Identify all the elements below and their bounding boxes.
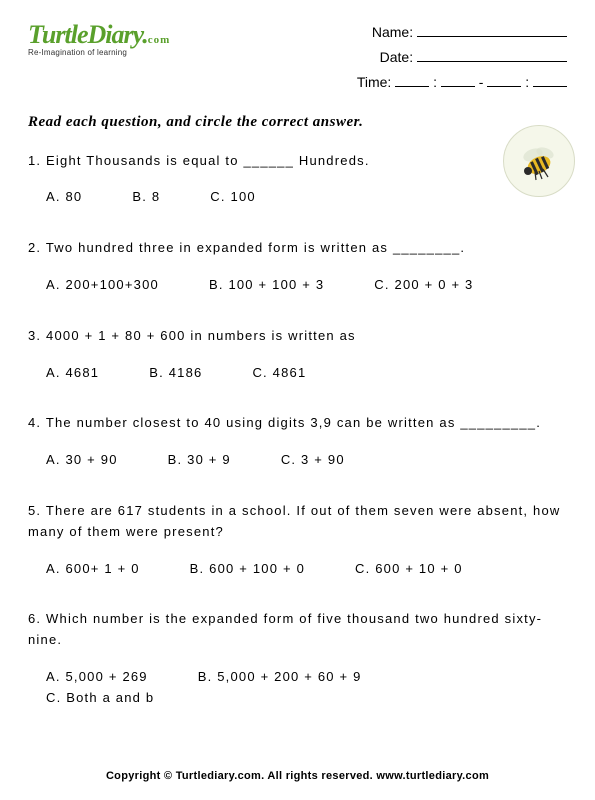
date-row: Date: [357,45,567,70]
question-2: 2. Two hundred three in expanded form is… [28,238,567,296]
name-row: Name: [357,20,567,45]
question-text: 3. 4000 + 1 + 80 + 600 in numbers is wri… [28,326,567,347]
choices-row: A. 600+ 1 + 0 B. 600 + 100 + 0 C. 600 + 10… [28,559,567,580]
logo: TurtleDiary.com Re-Imagination of learni… [28,20,208,57]
choice-a[interactable]: A. 200+100+300 [46,275,159,296]
choice-c[interactable]: C. 4861 [252,363,306,384]
question-text: 2. Two hundred three in expanded form is… [28,238,567,259]
question-1: 1. Eight Thousands is equal to ______ Hu… [28,151,567,209]
logo-suffix: com [148,34,171,46]
question-text: 1. Eight Thousands is equal to ______ Hu… [28,151,567,172]
question-text: 4. The number closest to 40 using digits… [28,413,567,434]
choice-b[interactable]: B. 4186 [149,363,202,384]
time-blank-2[interactable] [441,73,475,87]
question-4: 4. The number closest to 40 using digits… [28,413,567,471]
questions-list: 1. Eight Thousands is equal to ______ Hu… [28,151,567,709]
choice-b[interactable]: B. 8 [132,187,160,208]
time-blank-4[interactable] [533,73,567,87]
copyright-footer: Copyright © Turtlediary.com. All rights … [0,770,595,782]
choices-row: A. 4681 B. 4186 C. 4861 [28,363,567,384]
logo-tagline: Re-Imagination of learning [28,48,208,57]
choice-b[interactable]: B. 5,000 + 200 + 60 + 9 [198,667,362,688]
time-row: Time: : - : [357,70,567,95]
worksheet-header: TurtleDiary.com Re-Imagination of learni… [28,20,567,96]
choice-c[interactable]: C. Both a and b [46,688,154,709]
choice-a[interactable]: A. 600+ 1 + 0 [46,559,140,580]
question-text: 5. There are 617 students in a school. I… [28,501,567,543]
logo-text: TurtleDiary.com [28,20,208,50]
time-label: Time: [357,74,391,90]
choice-c[interactable]: C. 100 [210,187,256,208]
choices-row: A. 30 + 90 B. 30 + 9 C. 3 + 90 [28,450,567,471]
choice-b[interactable]: B. 30 + 9 [168,450,231,471]
bee-icon [503,125,575,197]
date-label: Date: [380,49,413,65]
choices-row: A. 80 B. 8 C. 100 [28,187,567,208]
question-text: 6. Which number is the expanded form of … [28,609,567,651]
date-blank[interactable] [417,48,567,62]
choice-a[interactable]: A. 4681 [46,363,99,384]
name-label: Name: [372,24,413,40]
choice-c[interactable]: C. 3 + 90 [281,450,345,471]
instructions: Read each question, and circle the corre… [28,114,567,131]
choice-c[interactable]: C. 200 + 0 + 3 [374,275,473,296]
choice-a[interactable]: A. 30 + 90 [46,450,118,471]
question-3: 3. 4000 + 1 + 80 + 600 in numbers is wri… [28,326,567,384]
time-blank-3[interactable] [487,73,521,87]
choice-b[interactable]: B. 600 + 100 + 0 [190,559,305,580]
choice-b[interactable]: B. 100 + 100 + 3 [209,275,324,296]
student-meta: Name: Date: Time: : - : [357,20,567,96]
question-6: 6. Which number is the expanded form of … [28,609,567,708]
choices-row: A. 5,000 + 269 B. 5,000 + 200 + 60 + 9 C. … [28,667,567,709]
choice-a[interactable]: A. 5,000 + 269 [46,667,148,688]
choice-c[interactable]: C. 600 + 10 + 0 [355,559,463,580]
logo-name: TurtleDiary [28,20,142,49]
choice-a[interactable]: A. 80 [46,187,82,208]
choices-row: A. 200+100+300 B. 100 + 100 + 3 C. 200 + 0… [28,275,567,296]
name-blank[interactable] [417,23,567,37]
question-5: 5. There are 617 students in a school. I… [28,501,567,579]
time-blank-1[interactable] [395,73,429,87]
